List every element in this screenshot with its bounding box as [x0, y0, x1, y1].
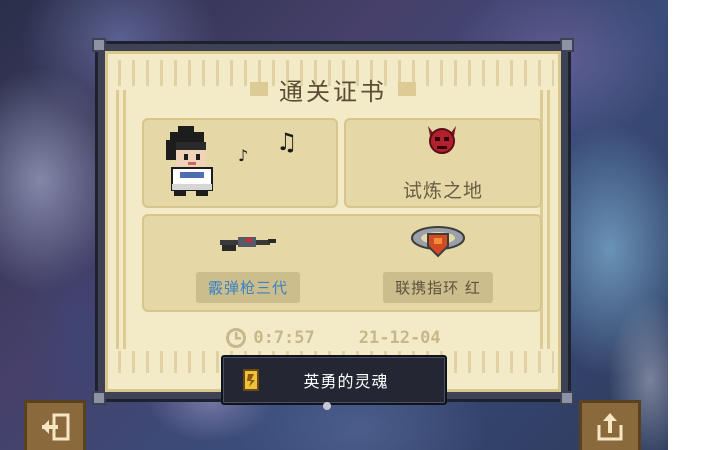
knight-hero-sprite [166, 126, 213, 196]
soul-card-icon [243, 369, 259, 391]
music-notes-icon: ♫ [276, 128, 298, 156]
soul-reward-bar[interactable]: 英勇的灵魂 [221, 355, 447, 405]
demon-skull-icon [428, 126, 456, 154]
ring-name: 联携指环 红 [383, 272, 493, 303]
weapon-item: 霰弹枪三代 [178, 224, 318, 303]
run-stats: 0:7:57 21-12-04 [108, 326, 558, 350]
ring-item: 联携指环 红 [368, 224, 508, 303]
hero-card: ♪ ♫ [142, 118, 338, 208]
clock-icon [226, 328, 247, 348]
certificate-paper: 通关证书 ♪ ♫ 试炼之地 霰弹枪三代 联携指环 红 0:7:57 21-12-… [105, 51, 561, 392]
chevron-down-icon[interactable] [320, 401, 334, 411]
run-time: 0:7:57 [225, 327, 315, 349]
time-value: 0:7:57 [253, 328, 315, 348]
exit-icon [42, 413, 70, 440]
music-note-icon: ♪ [238, 146, 249, 165]
exit-button[interactable] [24, 400, 86, 450]
red-ring-icon [411, 226, 465, 258]
share-icon [597, 412, 623, 440]
frame-corner [92, 38, 106, 52]
certificate-title: 通关证书 [279, 77, 387, 106]
title-banner: 通关证书 [250, 72, 416, 106]
frame-corner [560, 391, 574, 405]
decorative-border [116, 90, 126, 349]
weapon-name: 霰弹枪三代 [195, 272, 300, 303]
frame-corner [560, 38, 574, 52]
soul-label: 英勇的灵魂 [303, 372, 389, 391]
date-value: 21-12-04 [358, 328, 441, 348]
stage-name: 试炼之地 [402, 180, 483, 202]
clear-certificate: 通关证书 ♪ ♫ 试炼之地 霰弹枪三代 联携指环 红 0:7:57 21-12-… [92, 38, 574, 405]
share-button[interactable] [579, 400, 641, 450]
frame-corner [92, 391, 106, 405]
shotgun-icon [220, 237, 276, 251]
items-card: 霰弹枪三代 联携指环 红 [142, 214, 542, 312]
stage-card: 试炼之地 [344, 118, 542, 208]
